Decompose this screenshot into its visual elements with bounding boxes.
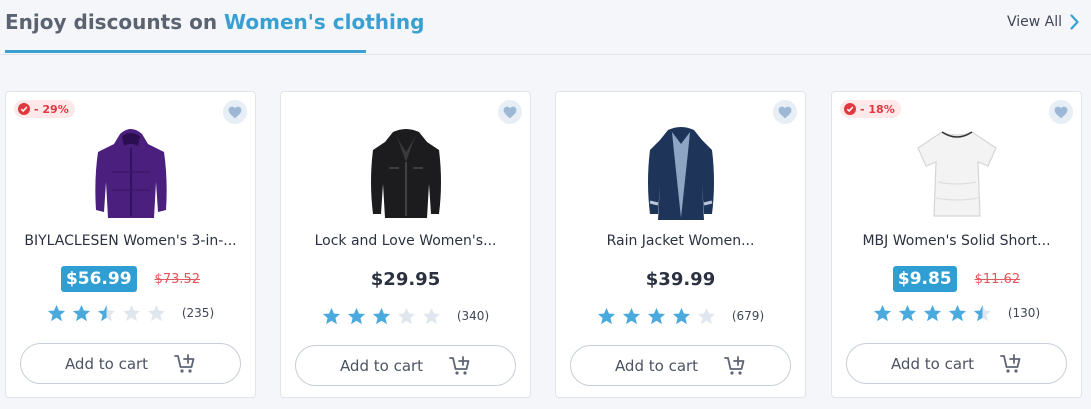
product-name[interactable]: Lock and Love Women's... xyxy=(291,233,520,249)
price-row: $29.95 xyxy=(281,264,530,294)
star-empty-icon xyxy=(697,307,715,324)
discount-label: - 29% xyxy=(34,102,69,116)
star-empty-icon xyxy=(422,307,440,324)
star-filled-icon xyxy=(672,307,690,324)
discount-check-icon xyxy=(844,103,856,115)
rating-row: (235) xyxy=(6,302,255,324)
rating-row: (130) xyxy=(832,302,1081,324)
section-header: Enjoy discounts on Women's clothing View… xyxy=(0,0,1091,55)
white-tshirt-icon xyxy=(916,131,997,217)
star-filled-icon xyxy=(647,307,665,324)
cart-plus-icon xyxy=(1000,353,1021,373)
star-filled-icon xyxy=(948,304,966,321)
add-to-cart-button[interactable]: Add to cart xyxy=(20,343,241,384)
add-to-cart-label: Add to cart xyxy=(890,354,975,373)
product-name[interactable]: MBJ Women's Solid Short... xyxy=(842,233,1071,249)
star-filled-icon xyxy=(347,307,365,324)
cart-plus-icon xyxy=(724,355,745,375)
price-row: $39.99 xyxy=(556,264,805,294)
price-row: $9.85 $11.62 xyxy=(832,264,1081,294)
section-title-highlight: Women's clothing xyxy=(224,10,425,34)
section-title: Enjoy discounts on Women's clothing xyxy=(5,10,424,34)
black-leather-jacket-icon xyxy=(370,129,441,218)
cart-plus-icon xyxy=(174,354,195,373)
star-rating xyxy=(597,307,716,326)
add-to-cart-label: Add to cart xyxy=(339,356,424,375)
add-to-cart-button[interactable]: Add to cart xyxy=(846,343,1067,384)
star-filled-icon xyxy=(72,304,90,321)
chevron-right-icon xyxy=(1070,14,1079,30)
sale-price: $56.99 xyxy=(60,266,137,292)
review-count: (679) xyxy=(731,309,765,323)
star-filled-icon xyxy=(47,304,65,321)
price-row: $56.99 $73.52 xyxy=(6,264,255,294)
add-to-cart-button[interactable]: Add to cart xyxy=(570,345,791,386)
discount-badge: - 18% xyxy=(840,100,901,118)
discount-check-icon xyxy=(18,103,30,115)
regular-price: $39.99 xyxy=(645,268,716,290)
discount-badge: - 29% xyxy=(14,100,75,118)
rating-row: (340) xyxy=(281,305,530,327)
product-name[interactable]: Rain Jacket Women... xyxy=(566,233,795,249)
star-rating xyxy=(873,304,992,323)
star-empty-icon xyxy=(147,304,165,321)
product-name[interactable]: BIYLACLESEN Women's 3-in-... xyxy=(16,233,245,249)
star-rating xyxy=(47,304,166,323)
cart-plus-icon xyxy=(449,355,470,375)
review-count: (340) xyxy=(456,309,490,323)
product-card[interactable]: - 29% BIYLACLESEN Women's 3-in-... $56.9… xyxy=(5,91,256,398)
star-filled-icon xyxy=(322,307,340,324)
star-empty-icon xyxy=(397,307,415,324)
heart-icon xyxy=(778,106,792,118)
review-count: (235) xyxy=(181,306,215,320)
favorite-button[interactable] xyxy=(498,100,522,124)
title-underline xyxy=(5,50,366,53)
section-title-prefix: Enjoy discounts on xyxy=(5,10,218,34)
product-card[interactable]: Rain Jacket Women... $39.99 (679) Add to… xyxy=(555,91,806,398)
favorite-button[interactable] xyxy=(223,100,247,124)
original-price: $73.52 xyxy=(154,271,201,287)
star-rating xyxy=(322,307,441,326)
favorite-button[interactable] xyxy=(1049,100,1073,124)
star-filled-icon xyxy=(372,307,390,324)
sale-price: $9.85 xyxy=(892,266,957,292)
star-filled-icon xyxy=(898,304,916,321)
star-half-icon xyxy=(97,304,115,321)
star-filled-icon xyxy=(873,304,891,321)
heart-icon xyxy=(228,106,242,118)
favorite-button[interactable] xyxy=(773,100,797,124)
heart-icon xyxy=(1054,106,1068,118)
regular-price: $29.95 xyxy=(370,268,441,290)
original-price: $11.62 xyxy=(974,271,1021,287)
product-card[interactable]: - 18% MBJ Women's Solid Short... $9.85 $… xyxy=(831,91,1082,398)
rating-row: (679) xyxy=(556,305,805,327)
star-filled-icon xyxy=(622,307,640,324)
star-filled-icon xyxy=(597,307,615,324)
product-card[interactable]: Lock and Love Women's... $29.95 (340) Ad… xyxy=(280,91,531,398)
discount-label: - 18% xyxy=(860,102,895,116)
view-all-link[interactable]: View All xyxy=(1007,14,1079,30)
view-all-label: View All xyxy=(1006,14,1062,30)
purple-parka-icon xyxy=(94,129,167,218)
navy-rain-jacket-icon xyxy=(647,127,714,220)
add-to-cart-label: Add to cart xyxy=(614,356,699,375)
heart-icon xyxy=(503,106,517,118)
star-half-icon xyxy=(973,304,991,321)
add-to-cart-button[interactable]: Add to cart xyxy=(295,345,516,386)
star-empty-icon xyxy=(122,304,140,321)
star-filled-icon xyxy=(923,304,941,321)
add-to-cart-label: Add to cart xyxy=(64,354,149,373)
review-count: (130) xyxy=(1007,306,1041,320)
